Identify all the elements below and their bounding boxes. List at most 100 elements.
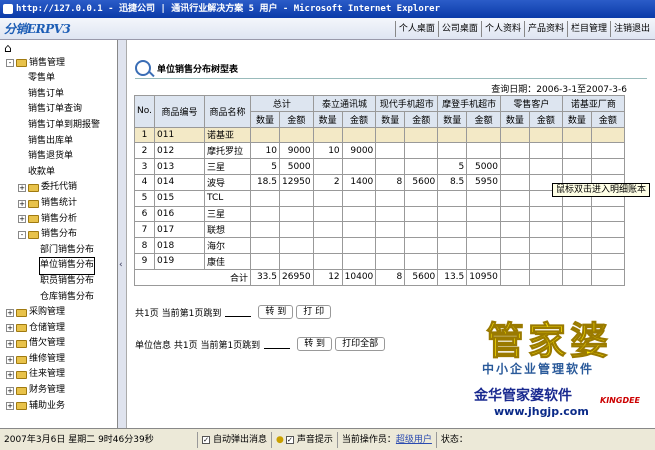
table-row[interactable]: 6 016 三星 [134,205,625,223]
col-qty: 数量 [437,110,468,128]
col-amt: 金额 [341,110,377,128]
nav-tree: ⌂ - 销售管理零售单销售订单 销售订单查询 销售订单到期报警 销售出库单 销售退货单收款… [0,40,117,414]
top-nav-item[interactable]: 公司桌面 [437,20,481,37]
auto-popup-toggle[interactable]: ✓ 自动弹出消息 [198,431,273,448]
table-row[interactable]: 9 019 康佳 [134,252,625,270]
col-group: 诺基亚厂商 [561,95,625,112]
cell-value [375,252,406,270]
operator-link[interactable]: 超级用户 [396,432,432,448]
folder-icon [28,230,39,239]
expander-icon[interactable]: + [6,386,14,395]
sidebar-item[interactable]: 职员销售分布 [0,274,117,290]
app-header: 分销ERPV3 个人桌面 公司桌面 个人资料 产品资料 栏目管理 注销退出 [0,18,655,40]
sidebar-item[interactable]: 销售出库单 [0,134,117,150]
top-nav-item[interactable]: 产品资料 [523,20,567,37]
expander-icon[interactable]: - [18,230,26,239]
expander-icon[interactable]: + [6,324,14,333]
top-nav-item[interactable]: 栏目管理 [566,20,610,37]
table-row[interactable]: 1 011 诺基亚 [134,126,625,144]
sidebar-item[interactable]: 销售退货单 [0,149,117,165]
col-amt: 金额 [279,110,314,128]
bulb-icon: ● [276,434,284,445]
sidebar-item[interactable]: + 辅助业务 [0,399,117,415]
sidebar-item[interactable]: 仓库销售分布 [0,290,117,306]
cell-value: 5000 [279,158,314,175]
table-row[interactable]: 2 012 摩托罗拉 10 9000 10 9000 [134,142,625,160]
table-row[interactable]: 4 014 波导 18.5 12950 2 1400 8 5600 8.5 5950 [134,173,625,191]
cell-value [561,237,592,254]
sidebar-item[interactable]: + 往来管理 [0,367,117,383]
expander-icon[interactable]: + [6,340,14,349]
expander-icon[interactable]: + [6,402,14,411]
sidebar-item[interactable]: + 采购管理 [0,305,117,321]
sidebar-item[interactable]: 销售订单查询 [0,102,117,118]
expander-icon[interactable]: + [6,308,14,317]
sidebar-item[interactable]: + 维修管理 [0,352,117,368]
cell-value [341,221,377,239]
collapse-arrow-icon[interactable]: ‹ [119,260,125,270]
operator-info: 当前操作员： 超级用户 [338,431,437,448]
sidebar-item[interactable]: + 委托代销 [0,180,117,196]
sidebar-item[interactable]: 销售订单到期报警 [0,118,117,134]
auto-popup-checkbox[interactable]: ✓ [202,435,210,444]
print-button[interactable]: 打 印 [296,305,332,319]
table-row[interactable]: 8 018 海尔 [134,237,625,254]
pager-unit-info: 单位信息 共1页 当前第1页跳到 转 到 打印全部 [135,337,386,351]
table-row[interactable]: 5 015 TCL [134,189,625,207]
sidebar-item[interactable]: - 销售管理 [0,56,117,72]
cell-value [561,142,592,160]
expander-icon[interactable]: + [18,215,26,224]
cell-code: 014 [154,173,205,191]
table-row[interactable]: 3 013 三星 5 5000 5 5000 [134,158,625,175]
total-value [561,268,592,286]
cell-name: 联想 [204,221,251,239]
cell-name: 三星 [204,205,251,223]
expander-icon[interactable]: + [6,355,14,364]
sidebar-splitter[interactable]: ‹ [118,40,127,428]
home-root[interactable]: ⌂ [0,40,117,56]
sidebar-item[interactable]: 收款单 [0,165,117,181]
unit-page-jump-input[interactable] [264,339,291,349]
sidebar-item[interactable]: 销售订单 [0,87,117,103]
cell-value: 18.5 [250,173,280,191]
cell-value [375,142,406,160]
cell-value [250,189,280,207]
sidebar-item[interactable]: 零售单 [0,71,117,87]
sidebar-item[interactable]: - 销售分布 [0,227,117,243]
col-amt: 金额 [404,110,439,128]
sidebar-item[interactable]: + 财务管理 [0,383,117,399]
sidebar-item-label: 收款单 [28,166,56,177]
cell-value [404,158,439,175]
expander-icon[interactable]: + [18,184,26,193]
brand-watermark: 管家婆 中小企业管理软件 金华管家婆软件 KINGDEE www.jhgjp.c… [474,310,652,420]
expander-icon[interactable]: + [18,199,26,208]
sidebar-item[interactable]: 单位销售分布 [0,257,117,275]
cell-name: 摩托罗拉 [204,142,251,160]
sidebar-item-label: 职员销售分布 [40,275,95,286]
sidebar-item-label: 零售单 [28,73,56,84]
unit-go-button[interactable]: 转 到 [297,337,333,351]
sidebar-item-label: 往来管理 [29,369,66,380]
sidebar-item[interactable]: 部门销售分布 [0,243,117,259]
page-jump-input[interactable] [225,307,252,317]
sidebar-item[interactable]: + 仓储管理 [0,321,117,337]
go-button[interactable]: 转 到 [258,305,294,319]
sidebar-item-label: 销售退货单 [28,151,74,162]
brand-url: www.jhgjp.com [494,405,589,418]
sound-label: 声音提示 [296,434,333,445]
print-all-button[interactable]: 打印全部 [335,337,386,351]
sidebar-item[interactable]: + 借欠管理 [0,336,117,352]
top-nav-item[interactable]: 个人桌面 [394,20,438,37]
sidebar-item-label: 销售管理 [29,57,66,68]
cell-value [437,252,468,270]
sound-checkbox[interactable]: ✓ [285,435,294,444]
sidebar-item[interactable]: + 销售分析 [0,212,117,228]
table-row[interactable]: 7 017 联想 [134,221,625,239]
sidebar-item-label: 仓储管理 [29,322,66,333]
expander-icon[interactable]: + [6,371,14,380]
expander-icon[interactable]: - [6,59,14,68]
sound-toggle[interactable]: ● ✓ 声音提示 [272,431,338,448]
sidebar-item[interactable]: + 销售统计 [0,196,117,212]
top-nav-item[interactable]: 个人资料 [480,20,524,37]
top-nav-item[interactable]: 注销退出 [609,20,653,37]
